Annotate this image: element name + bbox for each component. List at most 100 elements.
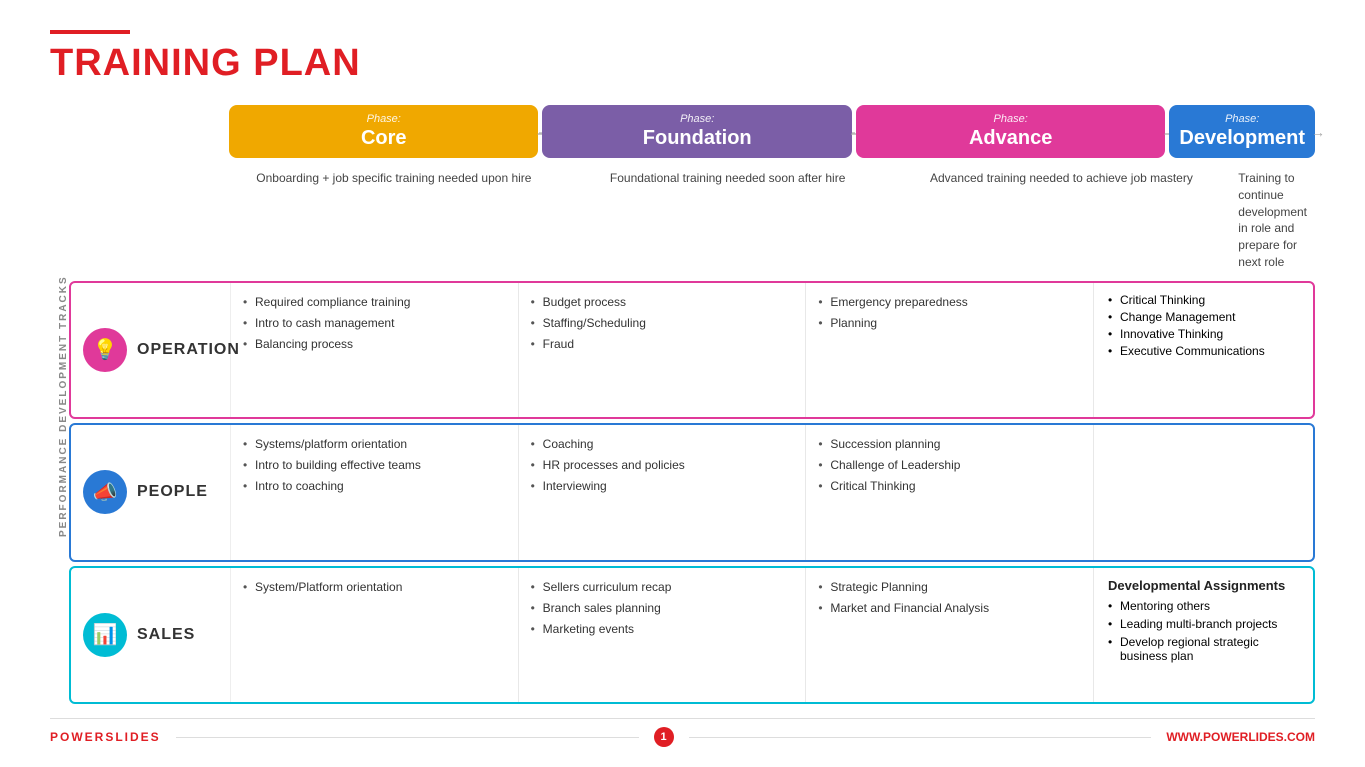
- list-item: Budget process: [531, 293, 794, 311]
- footer-brand: POWERSLIDES: [50, 730, 161, 744]
- list-item: Coaching: [531, 435, 794, 453]
- list-item: Succession planning: [818, 435, 1081, 453]
- sales-cells: System/Platform orientation Sellers curr…: [231, 568, 1093, 702]
- phase-core: Phase: Core →: [229, 105, 538, 158]
- phase-advance-label: Phase:: [866, 113, 1155, 125]
- footer-url: WWW.POWERLIDES.COM: [1166, 730, 1315, 744]
- operation-advance-list: Emergency preparedness Planning: [818, 293, 1081, 332]
- footer-line-left: [176, 737, 639, 738]
- title-part1: TRAINING: [50, 42, 253, 84]
- content-area: PERFORMANCE DEVELOPMENT TRACKS Phase: Co…: [50, 105, 1315, 708]
- operation-advance-cell: Emergency preparedness Planning: [806, 283, 1093, 417]
- desc-row: Onboarding + job specific training neede…: [69, 166, 1315, 275]
- list-item: Branch sales planning: [531, 599, 794, 617]
- sales-name: SALES: [137, 626, 195, 644]
- header-line: [50, 30, 130, 34]
- list-item: Staffing/Scheduling: [531, 314, 794, 332]
- phase-core-label: Phase:: [239, 113, 528, 125]
- list-item: Executive Communications: [1108, 344, 1299, 358]
- people-advance-list: Succession planning Challenge of Leaders…: [818, 435, 1081, 495]
- list-item: Intro to cash management: [243, 314, 506, 332]
- list-item: Innovative Thinking: [1108, 327, 1299, 341]
- operation-icon: 💡: [83, 328, 127, 372]
- list-item: Marketing events: [531, 620, 794, 638]
- sales-foundation-cell: Sellers curriculum recap Branch sales pl…: [519, 568, 807, 702]
- phases-row: Phase: Core → Phase: Foundation → Phase:…: [69, 105, 1315, 158]
- people-dev-cell: [1093, 425, 1313, 559]
- track-identity-people: 📣 PEOPLE: [71, 425, 231, 559]
- sales-core-cell: System/Platform orientation: [231, 568, 519, 702]
- sales-core-list: System/Platform orientation: [243, 578, 506, 596]
- list-item: Emergency preparedness: [818, 293, 1081, 311]
- desc-foundation: Foundational training needed soon after …: [563, 166, 893, 275]
- page: TRAINING PLAN PERFORMANCE DEVELOPMENT TR…: [0, 0, 1365, 767]
- rotated-label: PERFORMANCE DEVELOPMENT TRACKS: [50, 105, 69, 708]
- track-row-people: 📣 PEOPLE Systems/platform orientation In…: [69, 423, 1315, 561]
- list-item: Challenge of Leadership: [818, 456, 1081, 474]
- people-name: PEOPLE: [137, 483, 208, 501]
- list-item: Intro to coaching: [243, 477, 506, 495]
- people-cells: Systems/platform orientation Intro to bu…: [231, 425, 1093, 559]
- list-item: Systems/platform orientation: [243, 435, 506, 453]
- phase-core-name: Core: [239, 127, 528, 150]
- list-item: Fraud: [531, 335, 794, 353]
- sales-advance-cell: Strategic Planning Market and Financial …: [806, 568, 1093, 702]
- tracks-area: 💡 OPERATION Required compliance training…: [69, 281, 1315, 708]
- footer: POWERSLIDES 1 WWW.POWERLIDES.COM: [50, 718, 1315, 747]
- phase-advance-name: Advance: [866, 127, 1155, 150]
- sales-icon: 📊: [83, 613, 127, 657]
- dev-assignments-list: Mentoring others Leading multi-branch pr…: [1108, 599, 1299, 663]
- list-item: Interviewing: [531, 477, 794, 495]
- list-item: System/Platform orientation: [243, 578, 506, 596]
- footer-line-right: [689, 737, 1152, 738]
- main-table: Phase: Core → Phase: Foundation → Phase:…: [69, 105, 1315, 708]
- sales-foundation-list: Sellers curriculum recap Branch sales pl…: [531, 578, 794, 638]
- operation-dev-cell: Critical Thinking Change Management Inno…: [1093, 283, 1313, 417]
- list-item: Market and Financial Analysis: [818, 599, 1081, 617]
- list-item: Intro to building effective teams: [243, 456, 506, 474]
- list-item: Strategic Planning: [818, 578, 1081, 596]
- operation-foundation-cell: Budget process Staffing/Scheduling Fraud: [519, 283, 807, 417]
- phase-foundation: Phase: Foundation →: [542, 105, 851, 158]
- phase-development-name: Development: [1179, 127, 1305, 150]
- people-icon: 📣: [83, 470, 127, 514]
- desc-development: Training to continue development in role…: [1230, 166, 1315, 275]
- dev-assignments-title: Developmental Assignments: [1108, 578, 1299, 593]
- list-item: Mentoring others: [1108, 599, 1299, 613]
- operation-core-list: Required compliance training Intro to ca…: [243, 293, 506, 353]
- page-title: TRAINING PLAN: [50, 42, 1315, 85]
- people-foundation-list: Coaching HR processes and policies Inter…: [531, 435, 794, 495]
- sales-advance-list: Strategic Planning Market and Financial …: [818, 578, 1081, 617]
- list-item: Sellers curriculum recap: [531, 578, 794, 596]
- list-item: Planning: [818, 314, 1081, 332]
- desc-advance: Advanced training needed to achieve job …: [897, 166, 1227, 275]
- list-item: HR processes and policies: [531, 456, 794, 474]
- desc-core: Onboarding + job specific training neede…: [229, 166, 559, 275]
- phase-development: Phase: Development →: [1169, 105, 1315, 158]
- title-part2: PLAN: [253, 42, 360, 84]
- track-identity-sales: 📊 SALES: [71, 568, 231, 702]
- operation-core-cell: Required compliance training Intro to ca…: [231, 283, 519, 417]
- list-item: Required compliance training: [243, 293, 506, 311]
- list-item: Critical Thinking: [1108, 293, 1299, 307]
- operation-foundation-list: Budget process Staffing/Scheduling Fraud: [531, 293, 794, 353]
- list-item: Balancing process: [243, 335, 506, 353]
- operation-cells: Required compliance training Intro to ca…: [231, 283, 1093, 417]
- people-core-cell: Systems/platform orientation Intro to bu…: [231, 425, 519, 559]
- sales-dev-cell: Developmental Assignments Mentoring othe…: [1093, 568, 1313, 702]
- list-item: Leading multi-branch projects: [1108, 617, 1299, 631]
- footer-page-number: 1: [654, 727, 674, 747]
- people-foundation-cell: Coaching HR processes and policies Inter…: [519, 425, 807, 559]
- phase-development-label: Phase:: [1179, 113, 1305, 125]
- track-identity-operation: 💡 OPERATION: [71, 283, 231, 417]
- track-row-operation: 💡 OPERATION Required compliance training…: [69, 281, 1315, 419]
- operation-name: OPERATION: [137, 341, 240, 359]
- phase-advance: Phase: Advance →: [856, 105, 1165, 158]
- people-core-list: Systems/platform orientation Intro to bu…: [243, 435, 506, 495]
- list-item: Develop regional strategic business plan: [1108, 635, 1299, 663]
- people-advance-cell: Succession planning Challenge of Leaders…: [806, 425, 1093, 559]
- track-row-sales: 📊 SALES System/Platform orientation Sell…: [69, 566, 1315, 704]
- phase-foundation-label: Phase:: [552, 113, 841, 125]
- footer-brand-accent: SLIDES: [105, 730, 160, 744]
- dev-bullets-list: Critical Thinking Change Management Inno…: [1108, 293, 1299, 358]
